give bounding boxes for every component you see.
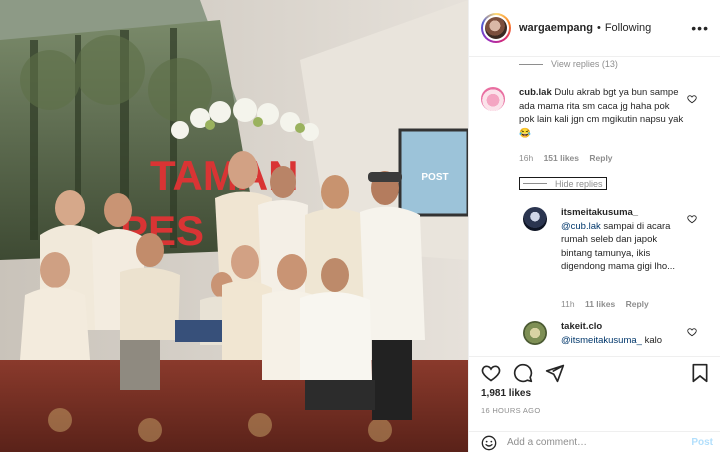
share-icon[interactable] — [545, 363, 565, 383]
photo-tv-text: POST — [421, 172, 448, 183]
reply-reply-button[interactable]: Reply — [626, 299, 649, 309]
reply-time[interactable]: 11h — [561, 299, 575, 309]
post-time: 16 HOURS AGO — [481, 406, 541, 415]
hide-replies-label: Hide replies — [555, 178, 603, 189]
post-photo[interactable]: POST TAMAN PES — [0, 0, 468, 452]
emoji-icon[interactable] — [481, 435, 497, 451]
replies-line — [523, 183, 547, 184]
post-header: wargaempang • Following ••• — [469, 0, 720, 56]
likes-count[interactable]: 1,981 likes — [481, 388, 531, 399]
comment-time[interactable]: 16h — [519, 153, 533, 163]
reply-username[interactable]: takeit.clo — [561, 321, 602, 332]
reply: itsmeitakusuma_ @cub.lak sampai di acara… — [561, 206, 687, 274]
reply: takeit.clo @itsmeitakusuma_ kalo — [561, 320, 687, 347]
header-separator: • — [596, 22, 601, 34]
view-replies-toggle[interactable]: View replies (13) — [519, 59, 618, 69]
bookmark-icon[interactable] — [691, 363, 709, 383]
reply-username[interactable]: itsmeitakusuma_ — [561, 207, 638, 218]
reply-text: kalo — [644, 334, 662, 346]
heart-icon[interactable] — [481, 363, 501, 383]
post-actions: 1,981 likes 16 HOURS AGO Add a comment… … — [469, 356, 720, 452]
comment-avatar[interactable] — [481, 87, 505, 111]
comments-list[interactable]: View replies (13) cub.lak Dulu akrab bgt… — [469, 56, 720, 356]
add-comment-bar: Add a comment… Post — [469, 431, 720, 452]
view-replies-label: View replies (13) — [551, 59, 618, 69]
reply-like-icon[interactable] — [687, 327, 697, 337]
comment-input[interactable]: Add a comment… — [507, 437, 587, 448]
follow-status[interactable]: Following — [605, 22, 651, 34]
author-avatar[interactable] — [481, 13, 511, 43]
reply-mention[interactable]: @cub.lak — [561, 221, 601, 232]
reply-like-icon[interactable] — [687, 214, 697, 224]
comment-icon[interactable] — [513, 363, 533, 383]
author-username[interactable]: wargaempang — [519, 22, 593, 34]
reply-avatar[interactable] — [523, 321, 547, 345]
more-options-icon[interactable]: ••• — [691, 20, 709, 36]
reply-likes[interactable]: 11 likes — [585, 299, 615, 309]
comment-username[interactable]: cub.lak — [519, 87, 552, 98]
post-comment-button[interactable]: Post — [691, 437, 713, 448]
reply-mention[interactable]: @itsmeitakusuma_ — [561, 335, 642, 346]
comment-meta: 16h 151 likes Reply — [519, 153, 621, 163]
comment-likes[interactable]: 151 likes — [544, 153, 579, 163]
comment-reply-button[interactable]: Reply — [589, 153, 612, 163]
reply-avatar[interactable] — [523, 207, 547, 231]
replies-line — [519, 63, 543, 65]
hide-replies-toggle[interactable]: Hide replies — [519, 177, 607, 190]
post-photo-image: POST TAMAN PES — [0, 0, 468, 452]
comment-like-icon[interactable] — [687, 94, 697, 104]
comment: cub.lak Dulu akrab bgt ya bun sampe ada … — [519, 86, 687, 140]
reply-meta: 11h 11 likes Reply — [561, 299, 657, 309]
post-detail-panel: wargaempang • Following ••• View replies… — [468, 0, 720, 452]
